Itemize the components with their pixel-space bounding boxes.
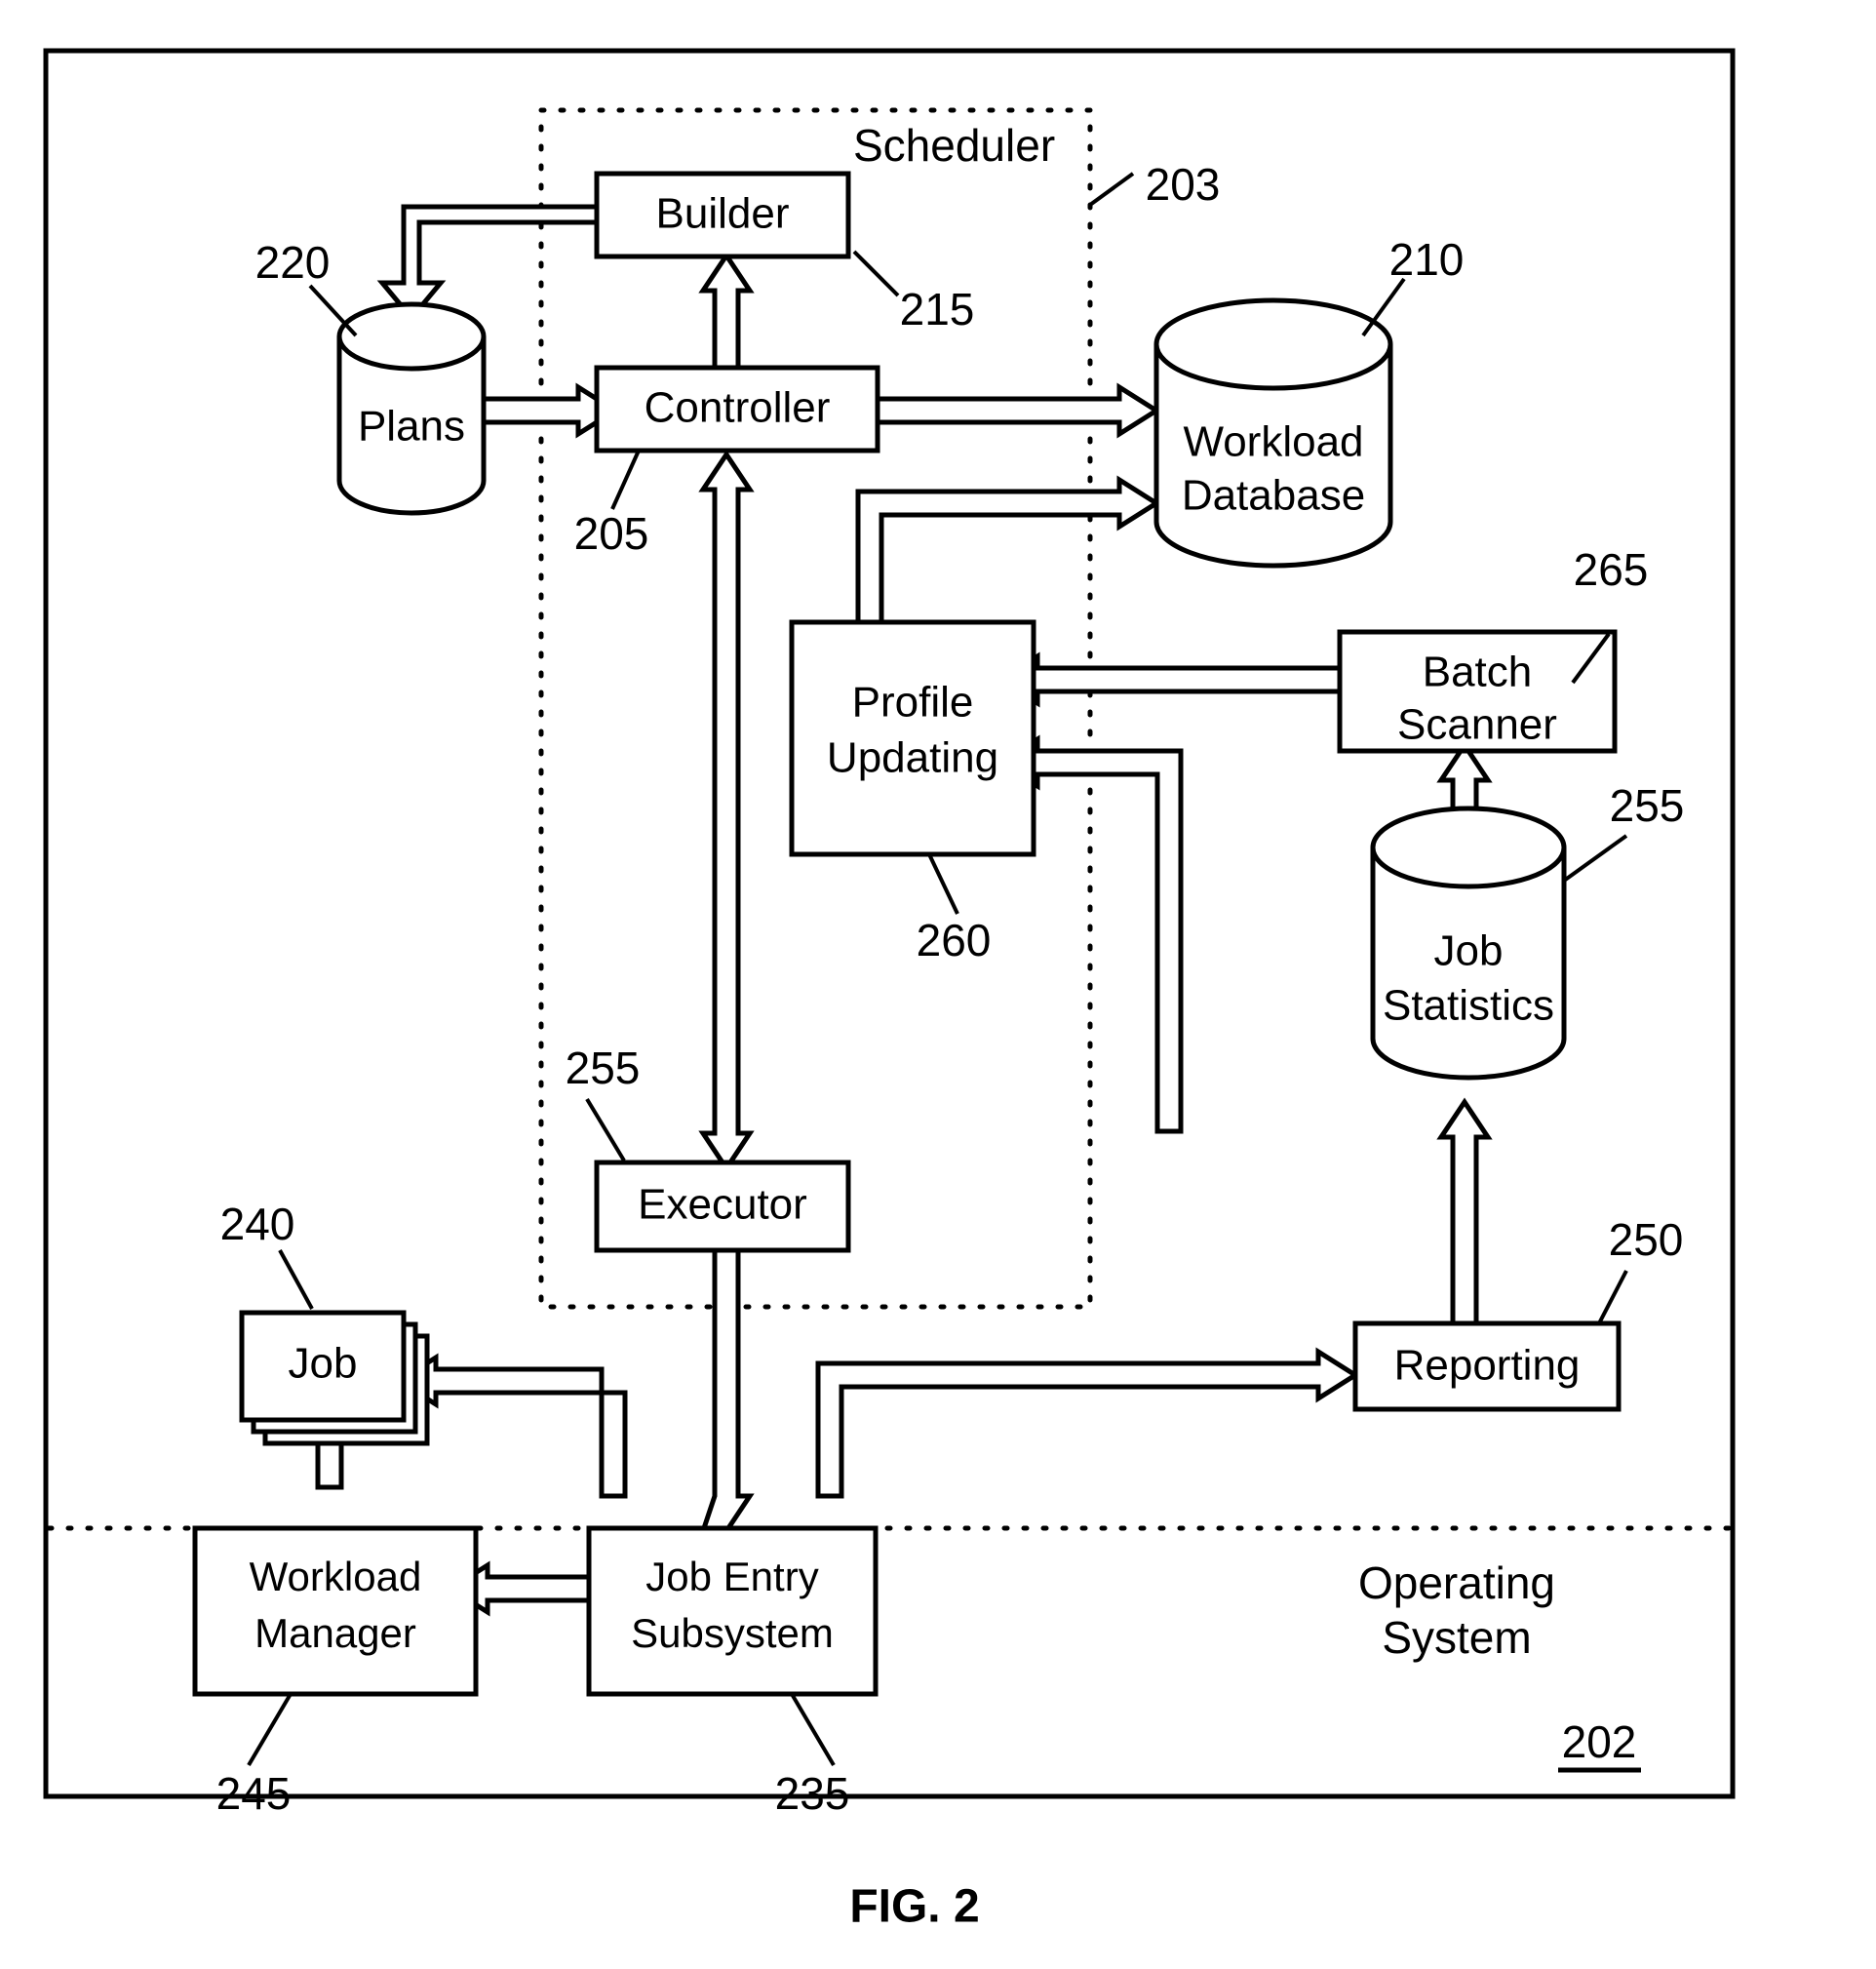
leader-executor-ref — [585, 1097, 626, 1162]
leader-job-ref — [278, 1249, 314, 1310]
ref-260: 260 — [917, 915, 992, 965]
node-job[interactable]: Job — [239, 1310, 430, 1446]
node-batch-scanner[interactable]: Batch Scanner — [1337, 629, 1618, 754]
leader-job-entry-subsystem-ref — [790, 1692, 836, 1767]
patent-figure-page: Builder 215 Plans 220 Controller 205 Wor… — [0, 0, 1876, 1969]
node-reporting[interactable]: Reporting — [1352, 1320, 1622, 1412]
workload-database-label-line1: Workload — [1183, 418, 1363, 466]
job-label: Job — [289, 1340, 358, 1388]
ref-215: 215 — [900, 284, 975, 335]
scheduler-region-label: Scheduler — [853, 120, 1055, 171]
profile-updating-label-line2: Updating — [827, 734, 998, 782]
ref-235: 235 — [775, 1768, 850, 1819]
ref-255-job-statistics: 255 — [1610, 780, 1685, 831]
ref-240: 240 — [220, 1199, 295, 1249]
arrow-controller-executor — [698, 450, 755, 1173]
ref-255-executor: 255 — [566, 1043, 641, 1093]
leader-plans-ref — [308, 284, 358, 337]
arrow-job-entry-subsystem-to-job — [394, 1353, 628, 1499]
job-entry-subsystem-label-line1: Job Entry — [645, 1554, 818, 1599]
job-entry-subsystem-label-line2: Subsystem — [631, 1610, 834, 1656]
arrow-executor-job-entry-subsystem — [698, 1206, 755, 1534]
ref-205: 205 — [574, 508, 649, 559]
node-executor[interactable]: Executor — [594, 1160, 851, 1253]
node-workload-manager[interactable]: Workload Manager — [192, 1525, 479, 1697]
figure-caption: FIG. 2 — [849, 1881, 979, 1933]
workload-manager-label-line2: Manager — [254, 1610, 416, 1656]
profile-updating-label-line1: Profile — [852, 679, 974, 727]
leader-workload-manager-ref — [247, 1692, 293, 1767]
batch-scanner-label-line1: Batch — [1423, 649, 1533, 696]
node-job-entry-subsystem[interactable]: Job Entry Subsystem — [586, 1525, 879, 1697]
job-statistics-label-line2: Statistics — [1383, 982, 1554, 1030]
ref-265: 265 — [1574, 544, 1649, 595]
ref-250: 250 — [1609, 1214, 1684, 1265]
plans-label: Plans — [358, 403, 465, 451]
builder-label: Builder — [656, 190, 790, 238]
leader-builder-ref — [852, 250, 900, 297]
controller-label: Controller — [645, 384, 831, 432]
figure-canvas: Builder 215 Plans 220 Controller 205 Wor… — [43, 48, 1736, 1933]
leader-controller-ref — [610, 450, 641, 510]
arrow-builder-to-plans — [376, 204, 600, 322]
operating-system-label-line2: System — [1382, 1612, 1531, 1663]
leader-scheduler-ref — [1088, 172, 1135, 207]
ref-202: 202 — [1562, 1716, 1637, 1767]
arrow-controller-to-builder — [698, 251, 755, 380]
arrow-profile-updating-to-workload-database — [855, 475, 1161, 625]
leader-profile-updating-ref — [927, 853, 959, 915]
ref-203: 203 — [1146, 159, 1221, 210]
leader-reporting-ref — [1597, 1270, 1628, 1324]
job-statistics-label-line1: Job — [1434, 927, 1504, 975]
workload-manager-label-line1: Workload — [250, 1554, 422, 1599]
node-profile-updating[interactable]: Profile Updating — [789, 619, 1036, 857]
arrow-controller-workload-database — [836, 382, 1161, 439]
plans-cylinder-top[interactable] — [336, 301, 487, 372]
arrow-reporting-to-job-statistics — [1436, 1097, 1493, 1326]
ref-245: 245 — [216, 1768, 292, 1819]
node-job-statistics[interactable]: Job Statistics — [1370, 806, 1567, 1081]
arrow-batch-scanner-to-profile-updating — [996, 651, 1343, 708]
executor-label: Executor — [638, 1181, 807, 1229]
node-controller[interactable]: Controller — [594, 365, 880, 453]
batch-scanner-label-line2: Scanner — [1397, 701, 1557, 749]
node-builder[interactable]: Builder — [594, 171, 851, 259]
leader-job-statistics-ref — [1562, 834, 1628, 883]
ref-220: 220 — [255, 237, 331, 288]
job-statistics-cylinder-top[interactable] — [1370, 806, 1567, 889]
node-workload-database[interactable]: Workload Database — [1153, 297, 1393, 569]
workload-database-label-line2: Database — [1182, 472, 1365, 520]
workload-database-cylinder-top[interactable] — [1153, 297, 1393, 391]
operating-system-label-line1: Operating — [1358, 1557, 1555, 1608]
ref-210: 210 — [1389, 234, 1465, 285]
reporting-label: Reporting — [1394, 1342, 1581, 1390]
node-plans[interactable]: Plans — [336, 301, 487, 516]
arrow-job-entry-subsystem-to-reporting — [815, 1347, 1360, 1499]
